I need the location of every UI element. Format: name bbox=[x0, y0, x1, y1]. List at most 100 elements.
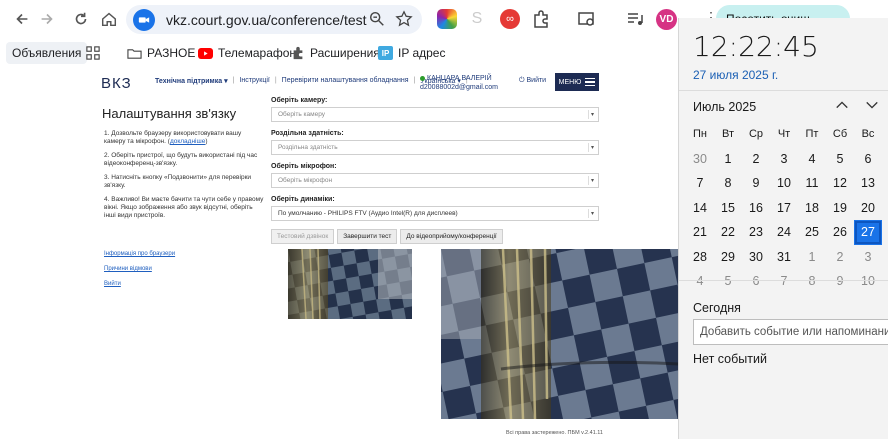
clock-date[interactable]: 27 июля 2025 г. bbox=[693, 68, 778, 82]
calendar-day[interactable]: 30 bbox=[686, 147, 714, 172]
calendar-day[interactable]: 14 bbox=[686, 196, 714, 221]
calendar-day[interactable]: 10 bbox=[854, 269, 882, 294]
chevron-down-icon: ▾ bbox=[588, 143, 596, 152]
calendar-day[interactable]: 3 bbox=[770, 147, 798, 172]
calendar-day[interactable]: 25 bbox=[798, 220, 826, 245]
calendar-day[interactable]: 23 bbox=[742, 220, 770, 245]
calendar-month[interactable]: Июль 2025 bbox=[693, 100, 756, 114]
calendar-day[interactable]: 4 bbox=[686, 269, 714, 294]
calendar-day[interactable]: 30 bbox=[742, 245, 770, 270]
microphone-select[interactable]: Оберіть мікрофон ▾ bbox=[271, 173, 599, 188]
profile-avatar[interactable]: VD bbox=[656, 9, 677, 30]
speaker-select[interactable]: По умолчанию - PHILIPS FTV (Аудио Intel(… bbox=[271, 206, 599, 221]
camera-select[interactable]: Оберіть камеру ▾ bbox=[271, 107, 599, 122]
calendar-day[interactable]: 17 bbox=[770, 196, 798, 221]
calendar-day[interactable]: 21 bbox=[686, 220, 714, 245]
chevron-up-icon[interactable] bbox=[835, 98, 849, 115]
calendar-day[interactable]: 8 bbox=[798, 269, 826, 294]
calendar-day[interactable]: 13 bbox=[854, 171, 882, 196]
calendar-day[interactable]: 5 bbox=[714, 269, 742, 294]
calendar-day[interactable]: 2 bbox=[826, 245, 854, 270]
calendar-day[interactable]: 10 bbox=[770, 171, 798, 196]
calendar-day[interactable]: 6 bbox=[854, 147, 882, 172]
resolution-select[interactable]: Роздільна здатність ▾ bbox=[271, 140, 599, 155]
calendar-day[interactable]: 28 bbox=[686, 245, 714, 270]
calendar-day[interactable]: 9 bbox=[826, 269, 854, 294]
calendar-day[interactable]: 18 bbox=[798, 196, 826, 221]
menu-button[interactable]: МЕНЮ bbox=[555, 73, 599, 91]
device-settings-form: Оберіть камеру: Оберіть камеру ▾ Розділь… bbox=[271, 97, 599, 244]
reload-icon[interactable] bbox=[66, 4, 96, 34]
calendar-day[interactable]: 7 bbox=[686, 171, 714, 196]
tab-search-icon[interactable] bbox=[577, 9, 597, 29]
url-text[interactable]: vkz.court.gov.ua/conference/test bbox=[166, 12, 367, 28]
calendar-day[interactable]: 11 bbox=[798, 171, 826, 196]
calendar-day[interactable]: 3 bbox=[854, 245, 882, 270]
calendar-day[interactable]: 20 bbox=[854, 196, 882, 221]
bookmark-star-icon[interactable] bbox=[389, 4, 419, 34]
test-call-button[interactable]: Тестовий дзвінок bbox=[271, 229, 335, 244]
side-logout-link[interactable]: Вийти bbox=[104, 281, 121, 287]
add-event-input[interactable]: Добавить событие или напоминание bbox=[693, 319, 888, 345]
calendar-day[interactable]: 26 bbox=[826, 220, 854, 245]
calendar-day[interactable]: 15 bbox=[714, 196, 742, 221]
home-icon[interactable] bbox=[94, 4, 124, 34]
calendar-day[interactable]: 4 bbox=[798, 147, 826, 172]
media-queue-icon[interactable] bbox=[625, 9, 645, 29]
user-info[interactable]: КАНЦАРА ВАЛЕРІЙ d20088002d@gmail.com bbox=[420, 74, 498, 92]
go-to-conference-button[interactable]: До відеоприйому/конференції bbox=[400, 229, 503, 244]
calendar-day[interactable]: 24 bbox=[770, 220, 798, 245]
form-buttons: Тестовий дзвінок Завершити тест До відео… bbox=[271, 229, 599, 244]
refusal-reasons-link[interactable]: Причини відмови bbox=[104, 266, 152, 272]
color-picker-extension-icon[interactable] bbox=[437, 9, 457, 29]
calendar-day[interactable]: 22 bbox=[714, 220, 742, 245]
bookmark-raznoe[interactable]: РАЗНОЕ bbox=[127, 42, 195, 64]
calendar-day[interactable]: 6 bbox=[742, 269, 770, 294]
bookmark-objavlenija[interactable]: Объявления bbox=[6, 42, 88, 64]
s-extension-icon[interactable]: S bbox=[467, 9, 487, 29]
calendar-day[interactable]: 7 bbox=[770, 269, 798, 294]
weekday-label: Пт bbox=[805, 128, 819, 141]
microphone-label: Оберіть мікрофон: bbox=[271, 163, 337, 170]
calendar-day[interactable]: 9 bbox=[742, 171, 770, 196]
calendar-day[interactable]: 8 bbox=[714, 171, 742, 196]
nav-check-equipment[interactable]: Перевірити налаштування обладнання bbox=[282, 77, 409, 85]
camera-label: Оберіть камеру: bbox=[271, 97, 328, 104]
bookmark-rasshirenija[interactable]: Расширения bbox=[291, 42, 380, 64]
weekday-label: Ср bbox=[748, 128, 764, 141]
screen: vkz.court.gov.ua/conference/test S ∞ VD … bbox=[0, 0, 888, 439]
clock-time: 12:22:45 bbox=[693, 30, 819, 63]
zoom-icon[interactable] bbox=[362, 4, 392, 34]
calendar-day[interactable]: 16 bbox=[742, 196, 770, 221]
remote-video-preview bbox=[441, 249, 679, 419]
weekday-label: Чт bbox=[777, 128, 791, 141]
finish-test-button[interactable]: Завершити тест bbox=[337, 229, 398, 244]
logout-link[interactable]: ⏻ Вийти bbox=[519, 77, 546, 85]
site-logo[interactable]: ВКЗ bbox=[101, 75, 132, 92]
today-heading: Сегодня bbox=[693, 301, 741, 315]
chevron-down-icon[interactable] bbox=[865, 98, 879, 115]
calendar-day[interactable]: 5 bbox=[826, 147, 854, 172]
puzzle-icon bbox=[293, 46, 303, 60]
calendar-day[interactable]: 1 bbox=[798, 245, 826, 270]
infinity-extension-icon[interactable]: ∞ bbox=[500, 9, 520, 29]
resolution-label: Роздільна здатність: bbox=[271, 130, 344, 137]
calendar-day[interactable]: 1 bbox=[714, 147, 742, 172]
nav-support[interactable]: Технічна підтримка ▾ bbox=[155, 77, 228, 85]
apps-grid-icon[interactable] bbox=[86, 42, 100, 64]
page-title: Налаштування зв'язку bbox=[102, 106, 237, 121]
bookmark-telemarafon[interactable]: Телемарафон bbox=[198, 42, 296, 64]
calendar-day[interactable]: 31 bbox=[770, 245, 798, 270]
details-link[interactable]: докладніше bbox=[170, 138, 205, 145]
calendar-day[interactable]: 19 bbox=[826, 196, 854, 221]
speaker-label: Оберіть динаміки: bbox=[271, 196, 335, 203]
forward-icon[interactable] bbox=[32, 4, 62, 34]
calendar-day[interactable]: 12 bbox=[826, 171, 854, 196]
calendar-day-today[interactable]: 27 bbox=[854, 220, 882, 245]
nav-instructions[interactable]: Інструкції bbox=[239, 77, 269, 85]
extensions-puzzle-icon[interactable] bbox=[531, 9, 551, 29]
bookmark-ip-address[interactable]: IP IP адрес bbox=[378, 42, 445, 64]
calendar-day[interactable]: 2 bbox=[742, 147, 770, 172]
browser-info-link[interactable]: Інформація про браузери bbox=[104, 251, 175, 257]
calendar-day[interactable]: 29 bbox=[714, 245, 742, 270]
